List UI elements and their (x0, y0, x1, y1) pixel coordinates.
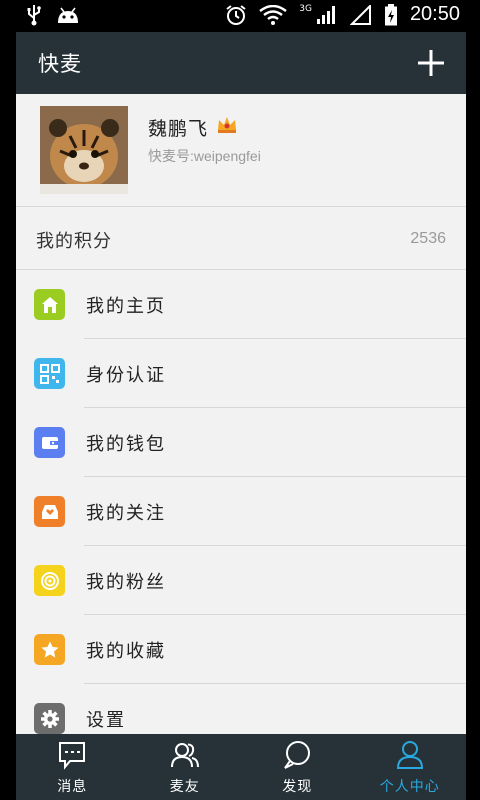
person-icon (396, 741, 423, 769)
inbox-heart-icon (34, 496, 65, 527)
alarm-icon (226, 4, 246, 25)
menu-label: 我的主页 (86, 296, 166, 317)
clock-time: 20:50 (409, 3, 460, 25)
signal-icon (316, 5, 335, 24)
android-icon (58, 7, 78, 23)
usb-icon (27, 5, 41, 26)
user-name: 魏鹏飞 (148, 118, 209, 140)
tab-label: 消息 (57, 779, 88, 795)
menu-list: 我的主页 身份认证 我的钱包 我的关注 我的粉丝 我的收藏 设置 (16, 270, 466, 753)
tab-label: 个人中心 (379, 779, 440, 795)
menu-item-fans[interactable]: 我的粉丝 (16, 546, 466, 615)
tab-label: 发现 (282, 779, 313, 795)
menu-item-wallet[interactable]: 我的钱包 (16, 408, 466, 477)
points-value: 2536 (410, 230, 446, 247)
tab-profile[interactable]: 个人中心 (354, 734, 467, 800)
menu-label: 身份认证 (86, 365, 166, 386)
broadcast-icon (34, 565, 65, 596)
profile-card[interactable]: 魏鹏飞 快麦号:weipengfei (16, 94, 466, 207)
menu-item-home[interactable]: 我的主页 (16, 270, 466, 339)
menu-item-verification[interactable]: 身份认证 (16, 339, 466, 408)
network-type: 3G (299, 3, 312, 14)
menu-label: 设置 (86, 710, 126, 731)
tiger-cub-image (40, 106, 128, 194)
app-header: 快麦 (16, 32, 466, 94)
points-label: 我的积分 (36, 231, 112, 252)
tab-friends[interactable]: 麦友 (129, 734, 242, 800)
discover-icon (284, 741, 311, 769)
vip-crown-icon (218, 117, 236, 133)
contacts-icon (170, 743, 199, 768)
menu-item-favorites[interactable]: 我的收藏 (16, 615, 466, 684)
wifi-icon (259, 4, 287, 25)
account-id: 快麦号:weipengfei (148, 148, 261, 164)
bottom-tab-bar: 消息 麦友 发现 个人中心 (16, 734, 466, 800)
tab-label: 麦友 (169, 779, 200, 795)
points-row[interactable]: 我的积分 2536 (16, 208, 466, 270)
avatar[interactable] (40, 106, 128, 194)
menu-label: 我的钱包 (86, 434, 166, 455)
tab-messages[interactable]: 消息 (16, 734, 129, 800)
menu-label: 我的粉丝 (86, 572, 166, 593)
battery-icon (384, 3, 397, 25)
status-bar: 3G 20:50 (0, 0, 480, 32)
menu-label: 我的关注 (86, 503, 166, 524)
menu-item-following[interactable]: 我的关注 (16, 477, 466, 546)
qr-code-icon (34, 358, 65, 389)
app-screen: 快麦 魏鹏飞 快麦号:weipengfei 我的积分 2536 我的主页 身份认… (16, 32, 466, 800)
add-icon[interactable] (416, 48, 446, 78)
chat-icon (59, 742, 86, 770)
no-signal-icon (349, 4, 371, 25)
star-icon (34, 634, 65, 665)
wallet-icon (34, 427, 65, 458)
gear-icon (34, 703, 65, 734)
page-title: 快麦 (38, 52, 82, 76)
menu-label: 我的收藏 (86, 641, 166, 662)
home-icon (34, 289, 65, 320)
tab-discover[interactable]: 发现 (241, 734, 354, 800)
